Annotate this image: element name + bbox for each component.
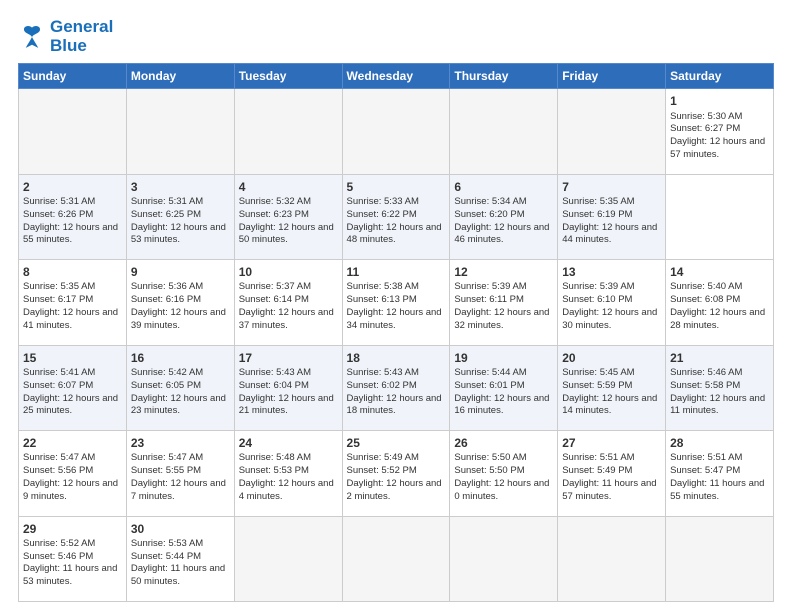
day-number: 8: [23, 264, 122, 280]
page: General Blue SundayMondayTuesdayWednesda…: [0, 0, 792, 612]
day-number: 25: [347, 435, 446, 451]
empty-cell: [234, 89, 342, 174]
calendar-cell: 19Sunrise: 5:44 AMSunset: 6:01 PMDayligh…: [450, 345, 558, 430]
calendar-cell: 13Sunrise: 5:39 AMSunset: 6:10 PMDayligh…: [558, 260, 666, 345]
calendar-cell: 29Sunrise: 5:52 AMSunset: 5:46 PMDayligh…: [19, 516, 127, 601]
calendar-cell: 26Sunrise: 5:50 AMSunset: 5:50 PMDayligh…: [450, 431, 558, 516]
calendar-cell: 21Sunrise: 5:46 AMSunset: 5:58 PMDayligh…: [666, 345, 774, 430]
empty-cell: [666, 516, 774, 601]
calendar-cell: 27Sunrise: 5:51 AMSunset: 5:49 PMDayligh…: [558, 431, 666, 516]
calendar-day-header: Friday: [558, 64, 666, 89]
day-number: 15: [23, 350, 122, 366]
calendar-cell: 24Sunrise: 5:48 AMSunset: 5:53 PMDayligh…: [234, 431, 342, 516]
calendar-week-row: 8Sunrise: 5:35 AMSunset: 6:17 PMDaylight…: [19, 260, 774, 345]
calendar-cell: 17Sunrise: 5:43 AMSunset: 6:04 PMDayligh…: [234, 345, 342, 430]
empty-cell: [234, 516, 342, 601]
day-number: 11: [347, 264, 446, 280]
calendar-cell: 23Sunrise: 5:47 AMSunset: 5:55 PMDayligh…: [126, 431, 234, 516]
day-number: 16: [131, 350, 230, 366]
calendar-day-header: Wednesday: [342, 64, 450, 89]
day-number: 14: [670, 264, 769, 280]
day-number: 5: [347, 179, 446, 195]
day-number: 1: [670, 93, 769, 109]
day-number: 22: [23, 435, 122, 451]
day-number: 28: [670, 435, 769, 451]
day-number: 21: [670, 350, 769, 366]
calendar-day-header: Thursday: [450, 64, 558, 89]
calendar-cell: 1Sunrise: 5:30 AMSunset: 6:27 PMDaylight…: [666, 89, 774, 174]
calendar-cell: 25Sunrise: 5:49 AMSunset: 5:52 PMDayligh…: [342, 431, 450, 516]
empty-cell: [342, 516, 450, 601]
calendar-cell: 12Sunrise: 5:39 AMSunset: 6:11 PMDayligh…: [450, 260, 558, 345]
calendar-week-row: 15Sunrise: 5:41 AMSunset: 6:07 PMDayligh…: [19, 345, 774, 430]
calendar-week-row: 1Sunrise: 5:30 AMSunset: 6:27 PMDaylight…: [19, 89, 774, 174]
day-number: 18: [347, 350, 446, 366]
day-number: 19: [454, 350, 553, 366]
calendar-cell: 7Sunrise: 5:35 AMSunset: 6:19 PMDaylight…: [558, 174, 666, 259]
header: General Blue: [18, 18, 774, 55]
calendar-day-header: Monday: [126, 64, 234, 89]
calendar-cell: 8Sunrise: 5:35 AMSunset: 6:17 PMDaylight…: [19, 260, 127, 345]
day-number: 9: [131, 264, 230, 280]
empty-cell: [126, 89, 234, 174]
calendar-cell: 16Sunrise: 5:42 AMSunset: 6:05 PMDayligh…: [126, 345, 234, 430]
empty-cell: [342, 89, 450, 174]
day-number: 2: [23, 179, 122, 195]
day-number: 10: [239, 264, 338, 280]
calendar-cell: 28Sunrise: 5:51 AMSunset: 5:47 PMDayligh…: [666, 431, 774, 516]
calendar-cell: 15Sunrise: 5:41 AMSunset: 6:07 PMDayligh…: [19, 345, 127, 430]
calendar-cell: 20Sunrise: 5:45 AMSunset: 5:59 PMDayligh…: [558, 345, 666, 430]
calendar-cell: 22Sunrise: 5:47 AMSunset: 5:56 PMDayligh…: [19, 431, 127, 516]
logo: General Blue: [18, 18, 113, 55]
calendar-cell: 10Sunrise: 5:37 AMSunset: 6:14 PMDayligh…: [234, 260, 342, 345]
calendar-week-row: 29Sunrise: 5:52 AMSunset: 5:46 PMDayligh…: [19, 516, 774, 601]
calendar-cell: 11Sunrise: 5:38 AMSunset: 6:13 PMDayligh…: [342, 260, 450, 345]
calendar-cell: 14Sunrise: 5:40 AMSunset: 6:08 PMDayligh…: [666, 260, 774, 345]
empty-cell: [450, 516, 558, 601]
calendar-cell: 9Sunrise: 5:36 AMSunset: 6:16 PMDaylight…: [126, 260, 234, 345]
day-number: 29: [23, 521, 122, 537]
day-number: 20: [562, 350, 661, 366]
day-number: 23: [131, 435, 230, 451]
day-number: 30: [131, 521, 230, 537]
calendar-day-header: Tuesday: [234, 64, 342, 89]
empty-cell: [450, 89, 558, 174]
day-number: 7: [562, 179, 661, 195]
calendar-day-header: Sunday: [19, 64, 127, 89]
day-number: 12: [454, 264, 553, 280]
day-number: 17: [239, 350, 338, 366]
calendar-day-header: Saturday: [666, 64, 774, 89]
empty-cell: [19, 89, 127, 174]
logo-bird-icon: [18, 23, 46, 51]
day-number: 27: [562, 435, 661, 451]
day-number: 13: [562, 264, 661, 280]
day-number: 3: [131, 179, 230, 195]
calendar-week-row: 2Sunrise: 5:31 AMSunset: 6:26 PMDaylight…: [19, 174, 774, 259]
empty-cell: [558, 89, 666, 174]
calendar-cell: 18Sunrise: 5:43 AMSunset: 6:02 PMDayligh…: [342, 345, 450, 430]
day-number: 24: [239, 435, 338, 451]
calendar-cell: 5Sunrise: 5:33 AMSunset: 6:22 PMDaylight…: [342, 174, 450, 259]
calendar-cell: 4Sunrise: 5:32 AMSunset: 6:23 PMDaylight…: [234, 174, 342, 259]
calendar-cell: 30Sunrise: 5:53 AMSunset: 5:44 PMDayligh…: [126, 516, 234, 601]
logo-text: General Blue: [50, 18, 113, 55]
calendar-header-row: SundayMondayTuesdayWednesdayThursdayFrid…: [19, 64, 774, 89]
calendar-cell: 6Sunrise: 5:34 AMSunset: 6:20 PMDaylight…: [450, 174, 558, 259]
empty-cell: [558, 516, 666, 601]
calendar-cell: 2Sunrise: 5:31 AMSunset: 6:26 PMDaylight…: [19, 174, 127, 259]
calendar-week-row: 22Sunrise: 5:47 AMSunset: 5:56 PMDayligh…: [19, 431, 774, 516]
day-number: 6: [454, 179, 553, 195]
calendar-cell: 3Sunrise: 5:31 AMSunset: 6:25 PMDaylight…: [126, 174, 234, 259]
calendar-table: SundayMondayTuesdayWednesdayThursdayFrid…: [18, 63, 774, 602]
day-number: 4: [239, 179, 338, 195]
day-number: 26: [454, 435, 553, 451]
